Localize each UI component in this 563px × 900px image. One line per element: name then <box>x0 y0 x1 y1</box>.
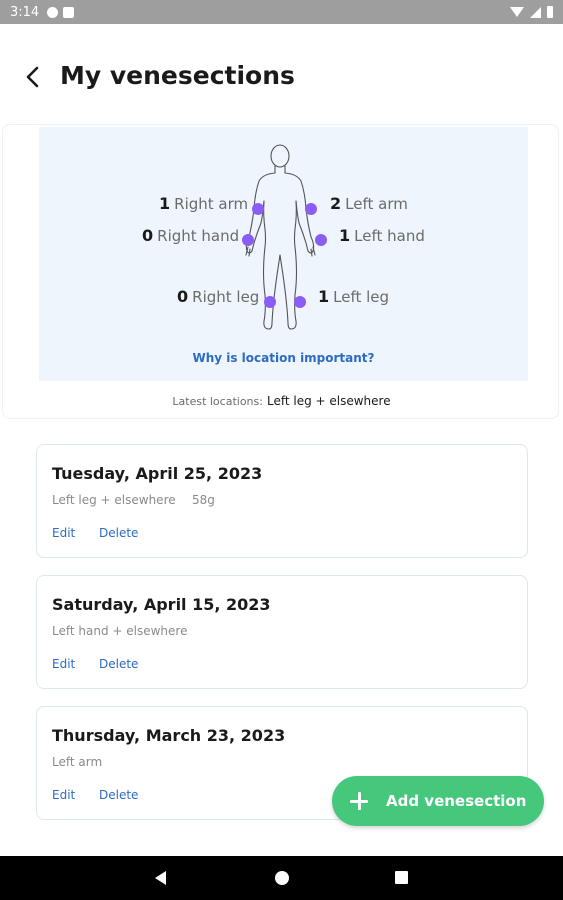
venesection-entry: Saturday, April 15, 2023 Left hand + els… <box>36 575 528 689</box>
label-right-leg: Right leg <box>192 288 260 306</box>
label-left-arm: Left arm <box>345 195 408 213</box>
entry-date: Thursday, March 23, 2023 <box>52 726 286 745</box>
marker-left-leg <box>294 296 306 308</box>
entry-date: Tuesday, April 25, 2023 <box>52 464 263 483</box>
count-right-leg: 0 <box>177 287 189 306</box>
chevron-left-icon[interactable] <box>22 64 44 90</box>
count-left-hand: 1 <box>339 226 351 245</box>
marker-left-hand <box>315 234 327 246</box>
label-right-arm: Right arm <box>174 195 249 213</box>
venesection-entry: Tuesday, April 25, 2023 Left leg + elsew… <box>36 444 528 558</box>
marker-right-leg <box>264 296 276 308</box>
sd-card-icon <box>63 6 75 18</box>
latest-locations-label: Latest locations: <box>172 395 263 408</box>
wifi-icon <box>510 7 524 17</box>
location-left-hand: 1 Left hand <box>339 226 425 245</box>
why-location-link[interactable]: Why is location important? <box>39 351 528 365</box>
marker-right-hand <box>242 234 254 246</box>
entry-location: Left leg + elsewhere <box>52 493 176 507</box>
add-venesection-label: Add venesection <box>386 792 527 810</box>
location-markers <box>242 203 327 308</box>
count-right-hand: 0 <box>142 226 154 245</box>
signal-icon <box>530 6 541 18</box>
media-icon <box>47 6 59 18</box>
label-right-hand: Right hand <box>157 227 240 245</box>
page-title: My venesections <box>60 61 295 90</box>
body-map-card: 1 Right arm 2 Left arm 0 Right hand 1 Left h… <box>2 124 559 419</box>
edit-button[interactable]: Edit <box>52 788 75 802</box>
marker-right-arm <box>252 203 264 215</box>
plus-icon <box>348 790 370 812</box>
delete-button[interactable]: Delete <box>99 788 138 802</box>
entry-weight: 58g <box>192 493 215 507</box>
location-left-arm: 2 Left arm <box>330 194 408 213</box>
app-header: My venesections <box>0 24 563 124</box>
home-circle-icon[interactable] <box>275 871 289 885</box>
location-right-leg: 0 Right leg <box>177 287 259 306</box>
label-left-leg: Left leg <box>333 288 390 306</box>
status-time: 3:14 <box>10 4 40 20</box>
location-right-hand: 0 Right hand <box>142 226 239 245</box>
edit-button[interactable]: Edit <box>52 526 75 540</box>
location-left-leg: 1 Left leg <box>318 287 389 306</box>
latest-locations-value: Left leg + elsewhere <box>266 394 391 408</box>
entry-location: Left hand + elsewhere <box>52 624 188 638</box>
entry-date: Saturday, April 15, 2023 <box>52 595 271 614</box>
count-left-leg: 1 <box>318 287 330 306</box>
location-right-arm: 1 Right arm <box>159 194 248 213</box>
entry-location: Left arm <box>52 755 103 769</box>
back-triangle-icon[interactable] <box>155 871 166 885</box>
latest-locations: Latest locations: Left leg + elsewhere <box>3 394 560 408</box>
status-bar: 3:14 <box>0 0 563 24</box>
system-nav-bar <box>0 856 563 900</box>
count-right-arm: 1 <box>159 194 171 213</box>
add-venesection-button[interactable]: Add venesection <box>332 776 544 826</box>
body-map-area: 1 Right arm 2 Left arm 0 Right hand 1 Left h… <box>39 127 528 381</box>
battery-icon <box>547 6 553 18</box>
delete-button[interactable]: Delete <box>99 657 138 671</box>
delete-button[interactable]: Delete <box>99 526 138 540</box>
label-left-hand: Left hand <box>354 227 425 245</box>
edit-button[interactable]: Edit <box>52 657 75 671</box>
marker-left-arm <box>305 203 317 215</box>
status-right-icons <box>510 6 553 18</box>
count-left-arm: 2 <box>330 194 342 213</box>
recents-square-icon[interactable] <box>395 871 408 884</box>
